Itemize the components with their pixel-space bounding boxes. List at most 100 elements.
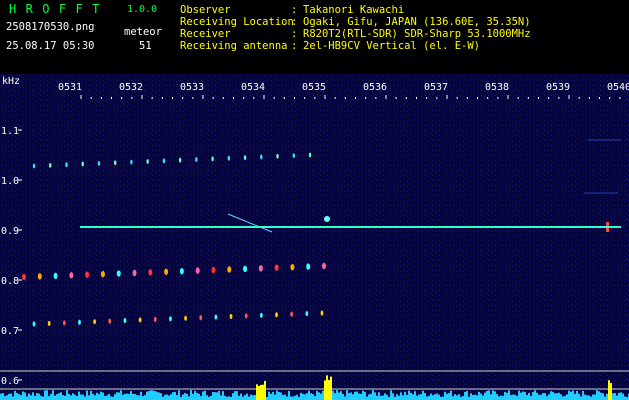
- info-colon: :: [291, 16, 298, 28]
- meter-bar: [436, 393, 438, 400]
- meter-bar: [194, 390, 196, 400]
- meter-bar: [510, 395, 512, 400]
- x-tick-label: 0537: [424, 82, 448, 93]
- echo-dot: [243, 265, 248, 273]
- meter-bar: [444, 391, 446, 400]
- echo-dot: [22, 273, 26, 281]
- meter-bar: [514, 394, 516, 400]
- meter-bar: [138, 395, 140, 400]
- meter-bar: [534, 390, 536, 400]
- meter-bar: [320, 393, 322, 400]
- echo-dot: [47, 320, 51, 327]
- meter-bar: [562, 396, 564, 400]
- meter-bar: [156, 391, 158, 400]
- meter-bar: [516, 395, 518, 400]
- meter-bar: [332, 390, 334, 400]
- meter-bar: [488, 390, 490, 400]
- meter-bar: [302, 393, 304, 400]
- meter-bar: [378, 392, 380, 400]
- meter-bar: [524, 392, 526, 400]
- info-colon: :: [291, 28, 298, 40]
- y-tick-label: 1.1: [1, 126, 19, 137]
- meter-bar: [48, 396, 50, 400]
- meter-bar: [34, 395, 36, 400]
- echo-dot: [244, 313, 248, 319]
- meter-bar: [196, 392, 198, 400]
- meter-bar: [316, 390, 318, 400]
- meter-bar: [4, 396, 6, 400]
- meter-bar: [582, 390, 584, 400]
- meter-bar: [608, 380, 610, 400]
- meter-bar: [356, 391, 358, 400]
- meter-bar: [218, 390, 220, 400]
- meter-bar: [480, 393, 482, 400]
- meter-bar: [476, 395, 478, 400]
- meter-bar: [68, 393, 70, 400]
- meter-bar: [104, 396, 106, 400]
- meter-bar: [474, 394, 476, 400]
- meter-bar: [74, 394, 76, 400]
- meter-bar: [262, 384, 264, 400]
- meter-bar: [272, 391, 274, 400]
- meter-bar: [424, 393, 426, 400]
- meter-bar: [350, 392, 352, 400]
- meter-bar: [88, 395, 90, 400]
- meter-bar: [380, 395, 382, 400]
- echo-dot: [113, 160, 117, 166]
- meter-bar: [184, 392, 186, 400]
- meter-bar: [96, 392, 98, 400]
- meter-bar: [572, 390, 574, 400]
- meter-bar: [408, 390, 410, 400]
- meter-bar: [286, 396, 288, 400]
- meter-bar: [594, 394, 596, 400]
- meter-bar: [364, 391, 366, 400]
- meter-bar: [188, 396, 190, 400]
- meter-bar: [340, 391, 342, 400]
- meter-bar: [10, 393, 12, 400]
- meter-bar: [142, 396, 144, 400]
- meter-bar: [54, 395, 56, 400]
- meter-bar: [210, 395, 212, 400]
- meter-bar: [386, 394, 388, 400]
- meter-bar: [80, 394, 82, 400]
- echo-dot: [81, 161, 84, 167]
- meter-bar: [2, 393, 4, 400]
- meter-bar: [412, 394, 414, 400]
- meter-bar: [574, 393, 576, 400]
- echo-dot: [290, 263, 295, 271]
- meter-bar: [600, 392, 602, 400]
- meter-bar: [76, 395, 78, 400]
- meter-bar: [106, 395, 108, 400]
- meter-bar: [228, 396, 230, 400]
- echo-dot: [292, 153, 295, 159]
- meter-bar: [446, 393, 448, 400]
- meter-bar: [478, 391, 480, 400]
- meter-bar: [538, 394, 540, 400]
- echo-dot: [275, 312, 278, 318]
- meter-bar: [242, 396, 244, 400]
- meter-bar: [174, 391, 176, 400]
- meter-bar: [116, 392, 118, 400]
- meter-bar: [292, 396, 294, 400]
- meter-bar: [492, 390, 494, 400]
- meter-bar: [312, 394, 314, 400]
- echo-dot: [100, 270, 105, 278]
- meter-bar: [326, 375, 328, 400]
- x-tick-label: 0539: [546, 82, 570, 93]
- echo-dot: [276, 153, 279, 159]
- meter-bar: [396, 394, 398, 400]
- meter-bar: [234, 391, 236, 400]
- meter-bar: [506, 392, 508, 400]
- meter-bar: [216, 392, 218, 400]
- meter-bar: [576, 390, 578, 400]
- meter-bar: [372, 390, 374, 400]
- meter-bar: [236, 391, 238, 400]
- meter-bar: [392, 393, 394, 400]
- meter-bar: [136, 395, 138, 400]
- meter-bar: [132, 393, 134, 400]
- echo-dot: [78, 319, 81, 325]
- y-tick-label: 1.0: [1, 176, 19, 187]
- meter-bar: [0, 393, 2, 400]
- meter-bar: [148, 390, 150, 400]
- meter-bar: [536, 392, 538, 400]
